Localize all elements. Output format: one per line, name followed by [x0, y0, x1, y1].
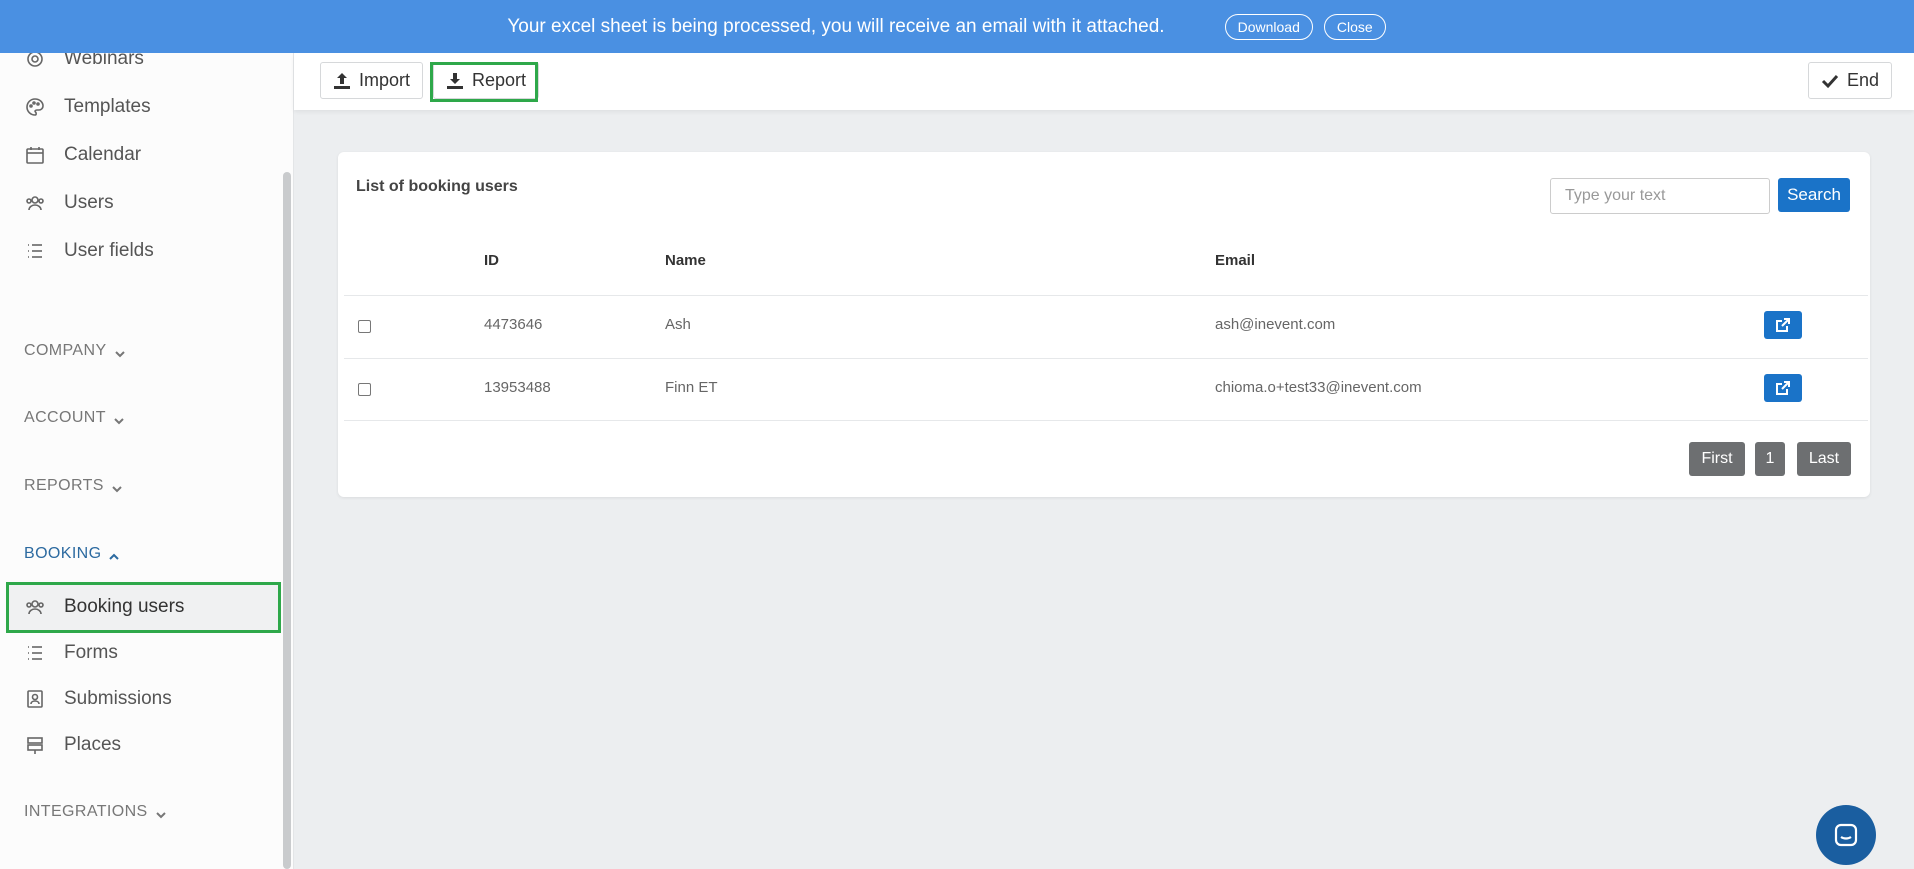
section-label: INTEGRATIONS — [24, 803, 148, 820]
sidebar-item-label: Submissions — [64, 688, 172, 709]
report-highlight — [430, 62, 538, 102]
sidebar: Webinars Templates Calendar Users User f… — [0, 0, 294, 869]
open-external-button[interactable] — [1764, 374, 1802, 402]
upload-icon — [334, 72, 350, 89]
download-button[interactable]: Download — [1224, 13, 1313, 40]
section-reports[interactable]: REPORTS — [24, 477, 122, 495]
users-icon — [24, 596, 46, 618]
table-row: 13953488 Finn ET chioma.o+test33@inevent… — [344, 358, 1868, 421]
sidebar-scrollbar[interactable] — [283, 172, 291, 869]
sidebar-item-label: Templates — [64, 96, 151, 117]
list-icon — [24, 642, 46, 664]
external-link-icon — [1776, 318, 1790, 332]
check-icon — [1821, 74, 1839, 88]
chat-icon — [1834, 823, 1858, 847]
signpost-icon — [24, 734, 46, 756]
sidebar-item-users[interactable]: Users — [24, 187, 114, 219]
card-title: List of booking users — [356, 178, 518, 195]
row-checkbox[interactable] — [358, 383, 371, 396]
external-link-icon — [1776, 381, 1790, 395]
search-input[interactable] — [1550, 178, 1770, 214]
section-booking[interactable]: BOOKING — [24, 545, 120, 563]
section-company[interactable]: COMPANY — [24, 342, 125, 360]
sidebar-item-forms[interactable]: Forms — [24, 637, 118, 669]
section-label: REPORTS — [24, 477, 104, 494]
calendar-icon — [24, 144, 46, 166]
row-email: ash@inevent.com — [1215, 316, 1336, 333]
sidebar-item-booking-users[interactable]: Booking users — [24, 591, 184, 623]
end-label: End — [1847, 70, 1880, 90]
column-header-email: Email — [1215, 252, 1256, 269]
sidebar-item-label: Calendar — [64, 144, 142, 165]
sidebar-item-label: User fields — [64, 240, 154, 261]
contact-card-icon — [24, 688, 46, 710]
column-header-name: Name — [665, 252, 706, 269]
pagination-first[interactable]: First — [1689, 442, 1745, 476]
import-button[interactable]: Import — [320, 62, 424, 99]
chevron-down-icon — [155, 807, 166, 819]
table-row: 4473646 Ash ash@inevent.com — [344, 295, 1868, 358]
section-label: BOOKING — [24, 545, 102, 562]
palette-icon — [24, 96, 46, 118]
users-icon — [24, 192, 46, 214]
section-label: COMPANY — [24, 342, 107, 359]
booking-users-card: List of booking users Search ID Name Ema… — [338, 152, 1870, 497]
chevron-down-icon — [114, 413, 124, 425]
notification-banner: Your excel sheet is being processed, you… — [0, 0, 1914, 53]
list-icon — [24, 240, 46, 262]
row-name: Ash — [665, 316, 691, 333]
row-checkbox[interactable] — [358, 320, 371, 333]
column-header-id: ID — [484, 252, 499, 269]
chevron-up-icon — [109, 549, 120, 560]
sidebar-item-label: Booking users — [64, 596, 185, 617]
row-email: chioma.o+test33@inevent.com — [1215, 379, 1422, 396]
chevron-down-icon — [112, 481, 122, 493]
sidebar-item-templates[interactable]: Templates — [24, 91, 151, 123]
open-external-button[interactable] — [1764, 311, 1802, 339]
banner-message: Your excel sheet is being processed, you… — [507, 15, 1165, 37]
chat-launcher-button[interactable] — [1816, 805, 1876, 865]
section-label: ACCOUNT — [24, 409, 106, 426]
search-button[interactable]: Search — [1778, 178, 1850, 212]
sidebar-item-user-fields[interactable]: User fields — [24, 235, 154, 267]
pagination-page[interactable]: 1 — [1755, 442, 1785, 476]
sidebar-item-label: Forms — [64, 642, 118, 663]
section-integrations[interactable]: INTEGRATIONS — [24, 803, 166, 821]
pagination-last[interactable]: Last — [1797, 442, 1851, 476]
row-id: 4473646 — [484, 316, 543, 333]
import-label: Import — [359, 70, 411, 90]
row-id: 13953488 — [484, 379, 551, 396]
sidebar-item-places[interactable]: Places — [24, 729, 121, 761]
close-button[interactable]: Close — [1323, 13, 1386, 40]
sidebar-item-label: Users — [64, 192, 114, 213]
row-name: Finn ET — [665, 379, 718, 396]
section-account[interactable]: ACCOUNT — [24, 409, 124, 427]
sidebar-item-calendar[interactable]: Calendar — [24, 139, 141, 171]
chevron-down-icon — [114, 346, 125, 358]
sidebar-item-label: Places — [64, 734, 122, 755]
end-button[interactable]: End — [1808, 62, 1893, 99]
sidebar-item-submissions[interactable]: Submissions — [24, 683, 172, 715]
